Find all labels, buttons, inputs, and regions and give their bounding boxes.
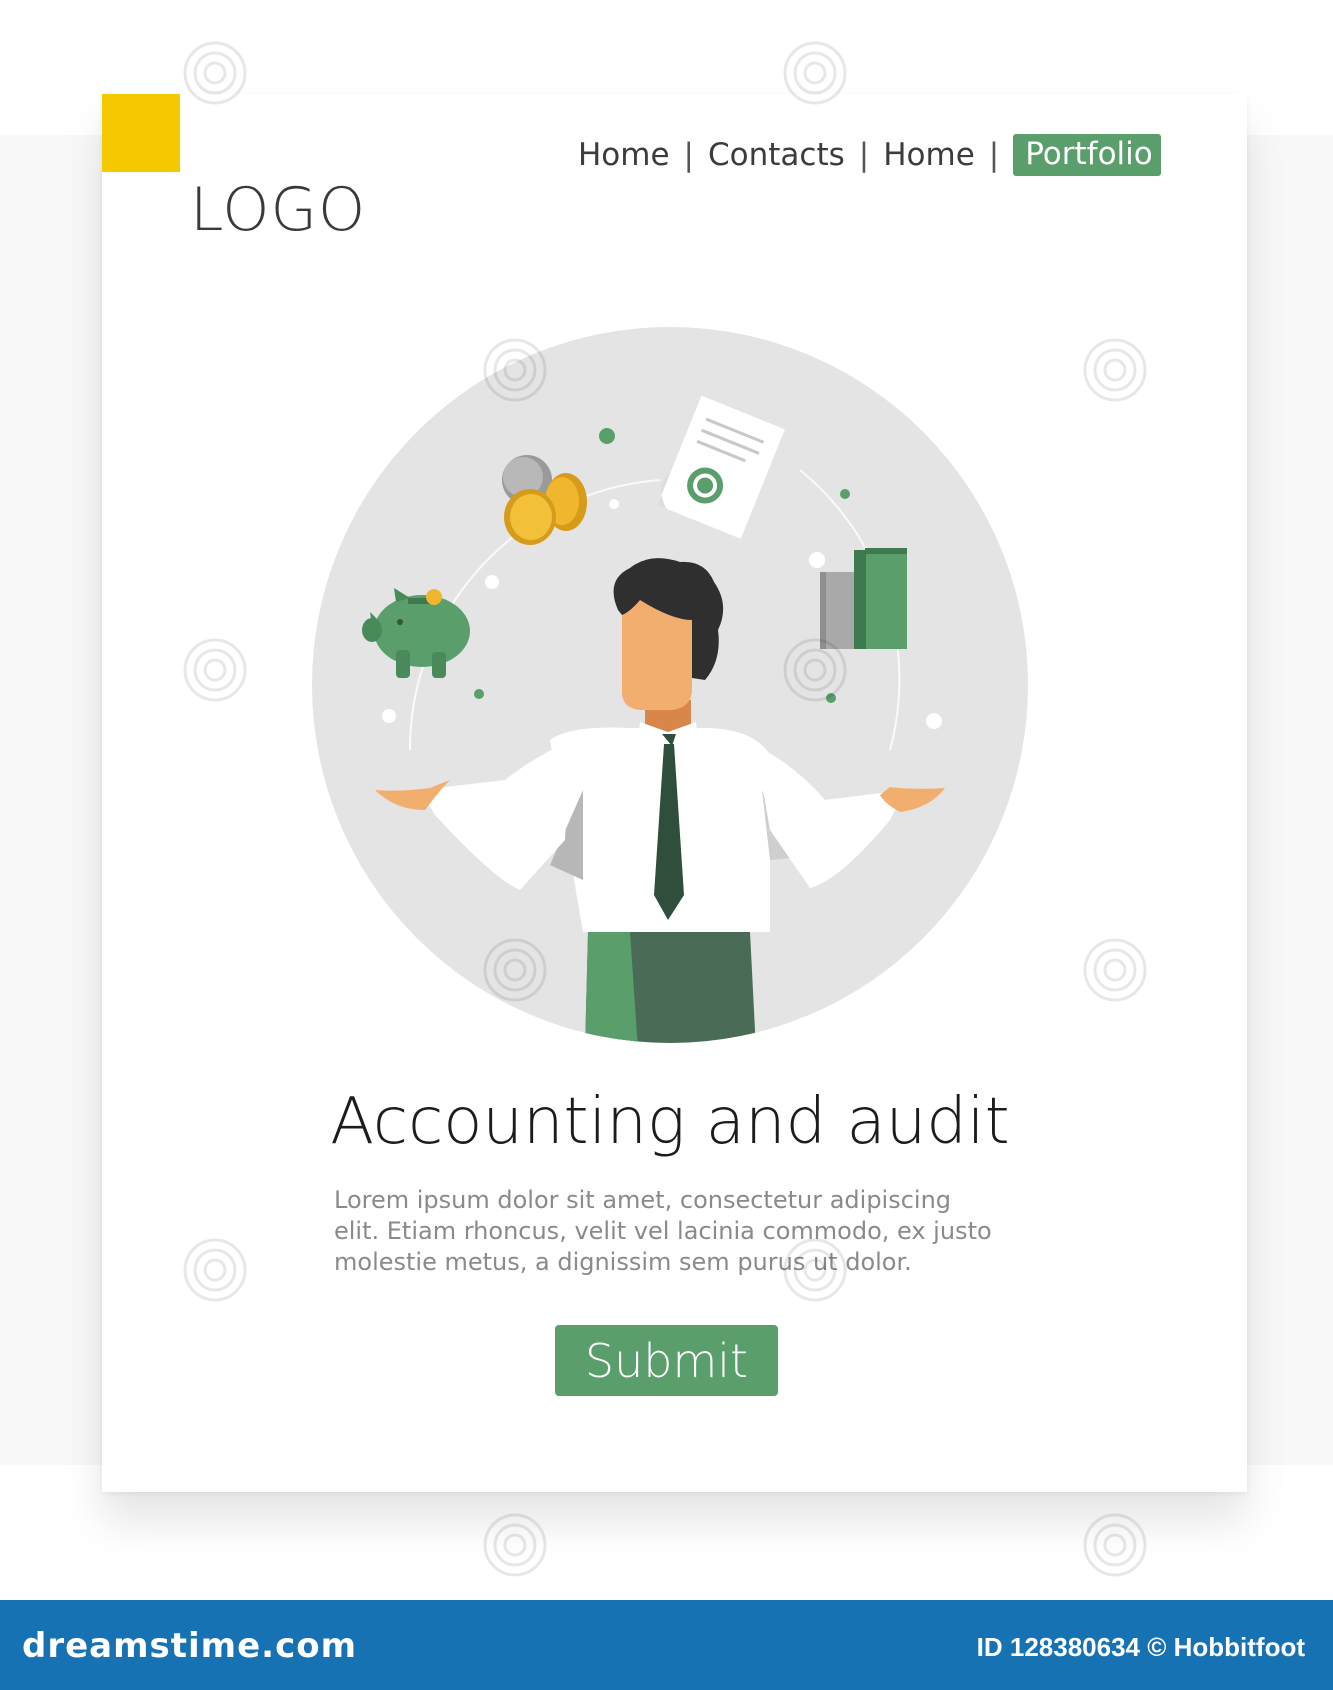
watermark-icon — [483, 938, 547, 1002]
description-line: molestie metus, a dignissim sem purus ut… — [334, 1248, 912, 1276]
watermark-icon — [783, 41, 847, 105]
hero-description: Lorem ipsum dolor sit amet, consectetur … — [334, 1185, 1014, 1278]
site-logo[interactable]: LOGO — [190, 180, 366, 240]
watermark-icon — [1083, 1513, 1147, 1577]
watermark-icon — [1083, 938, 1147, 1002]
watermark-icon — [1083, 338, 1147, 402]
watermark-icon — [483, 338, 547, 402]
nav-separator: | — [683, 137, 694, 173]
hero-illustration — [312, 327, 1028, 1043]
footer-brand[interactable]: dreamstime.com — [22, 1626, 357, 1666]
submit-button[interactable]: Submit — [555, 1325, 778, 1396]
hero-title: Accounting and audit — [330, 1085, 1010, 1159]
watermark-icon — [183, 41, 247, 105]
description-line: elit. Etiam rhoncus, velit vel lacinia c… — [334, 1217, 992, 1245]
watermark-icon — [483, 1513, 547, 1577]
nav-item-portfolio[interactable]: Portfolio — [1013, 134, 1161, 176]
watermark-icon — [783, 1238, 847, 1302]
watermark-icon — [783, 638, 847, 702]
watermark-icon — [183, 638, 247, 702]
description-line: Lorem ipsum dolor sit amet, consectetur … — [334, 1186, 952, 1214]
footer-bar: dreamstime.com ID 128380634 © Hobbitfoot — [0, 1600, 1333, 1690]
nav-separator: | — [858, 137, 870, 173]
nav-separator: | — [988, 137, 1000, 173]
top-nav: Home | Contacts | Home | Portfolio — [578, 132, 1161, 178]
footer-credit: ID 128380634 © Hobbitfoot — [976, 1632, 1305, 1662]
corner-accent — [102, 94, 180, 172]
watermark-icon — [183, 1238, 247, 1302]
nav-item-home-2[interactable]: Home — [883, 137, 975, 173]
nav-item-contacts[interactable]: Contacts — [708, 137, 845, 173]
nav-item-home[interactable]: Home — [578, 137, 670, 173]
